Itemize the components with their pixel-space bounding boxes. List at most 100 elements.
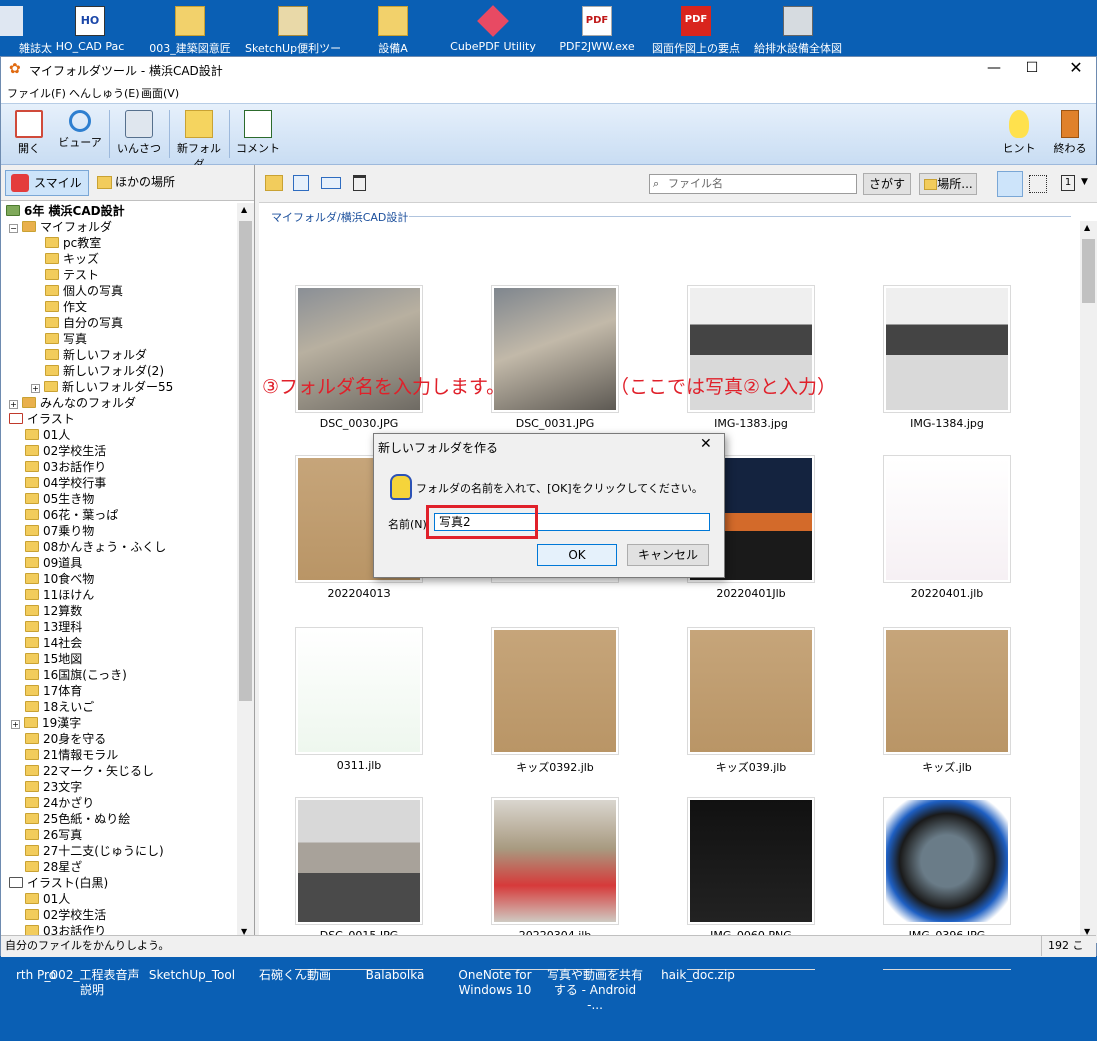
- tree-item-illust[interactable]: イラスト: [1, 411, 237, 427]
- file-thumbnail[interactable]: [295, 797, 423, 925]
- tree-item[interactable]: 26写真: [1, 827, 237, 843]
- left-scrollbar[interactable]: ▲ ▼: [237, 203, 254, 941]
- maximize-icon[interactable]: ☐: [1017, 57, 1047, 81]
- file-name[interactable]: DSC_0030.JPG: [269, 417, 449, 430]
- tree-item[interactable]: 06花・葉っぱ: [1, 507, 237, 523]
- tree-item[interactable]: 04学校行事: [1, 475, 237, 491]
- file-thumbnail[interactable]: [491, 797, 619, 925]
- tree-item[interactable]: 24かざり: [1, 795, 237, 811]
- file-thumbnail[interactable]: [687, 797, 815, 925]
- scroll-thumb[interactable]: [1082, 239, 1095, 303]
- tree-item[interactable]: テスト: [1, 267, 237, 283]
- file-name[interactable]: 20220401З: [269, 587, 449, 600]
- tree-item[interactable]: 13理科: [1, 619, 237, 635]
- tree-item[interactable]: 09道具: [1, 555, 237, 571]
- viewer-button[interactable]: ビューア: [55, 108, 105, 162]
- desktop-icon[interactable]: HO HO_CAD Pac: [42, 0, 138, 56]
- desktop-icon[interactable]: PDF 図面作図上の要点: [648, 0, 744, 56]
- search-input[interactable]: ⌕ ファイル名: [649, 174, 857, 194]
- dialog-close-icon[interactable]: ✕: [700, 436, 712, 452]
- collapse-icon[interactable]: −: [9, 224, 18, 233]
- file-thumbnail[interactable]: [687, 627, 815, 755]
- up-folder-icon[interactable]: [265, 175, 283, 191]
- file-name[interactable]: DSC_0031.JPG: [465, 417, 645, 430]
- tree-item[interactable]: + 新しいフォルダー55: [1, 379, 237, 395]
- tree-item-my-folder[interactable]: − マイフォルダ: [1, 219, 237, 235]
- tree-item[interactable]: 17体育: [1, 683, 237, 699]
- file-name[interactable]: キッズ.jlb: [857, 759, 1037, 775]
- desktop-icon[interactable]: 003_建築図意匠: [142, 0, 238, 56]
- desktop-shortcut[interactable]: OneNote for Windows 10: [445, 956, 545, 1041]
- tree-item[interactable]: キッズ: [1, 251, 237, 267]
- desktop-icon[interactable]: 給排水設備全体図: [750, 0, 846, 56]
- close-icon[interactable]: ✕: [1056, 57, 1096, 81]
- tree-item[interactable]: 個人の写真: [1, 283, 237, 299]
- menu-view[interactable]: 画面(V): [141, 85, 179, 101]
- exit-button[interactable]: 終わる: [1047, 108, 1093, 162]
- desktop-shortcut[interactable]: Balabolka: [345, 956, 445, 1041]
- desktop-shortcut[interactable]: 石碗くん動画: [245, 956, 345, 1041]
- tree-item[interactable]: 05生き物: [1, 491, 237, 507]
- list-view-icon[interactable]: [1029, 175, 1047, 193]
- trash-icon[interactable]: [353, 175, 366, 191]
- tree-item[interactable]: 08かんきょう・ふくし: [1, 539, 237, 555]
- desktop-shortcut[interactable]: haik_doc.zip: [648, 956, 748, 1041]
- tree-item[interactable]: 20身を守る: [1, 731, 237, 747]
- file-name[interactable]: キッズ0392.jlb: [465, 759, 645, 775]
- file-name[interactable]: IMG-1384.jpg: [857, 417, 1037, 430]
- tree-item[interactable]: 15地図: [1, 651, 237, 667]
- tab-smile[interactable]: スマイル: [5, 170, 89, 196]
- ok-button[interactable]: OK: [537, 544, 617, 566]
- file-thumbnail[interactable]: [883, 797, 1011, 925]
- tree-item-shared[interactable]: + みんなのフォルダ: [1, 395, 237, 411]
- menu-edit[interactable]: へんしゅう(E): [69, 85, 140, 101]
- tree-root[interactable]: 6年 横浜CAD設計: [1, 203, 237, 219]
- tree-item[interactable]: 22マーク・矢じるし: [1, 763, 237, 779]
- tab-other-location[interactable]: ほかの場所: [95, 170, 179, 196]
- menu-file[interactable]: ファイル(F): [7, 85, 66, 101]
- file-thumbnail[interactable]: [883, 285, 1011, 413]
- hint-button[interactable]: ヒント: [997, 108, 1041, 162]
- tree-item[interactable]: 01人: [1, 427, 237, 443]
- file-thumbnail[interactable]: [295, 627, 423, 755]
- file-name[interactable]: キッズ039.jlb: [661, 759, 841, 775]
- right-scrollbar[interactable]: ▲ ▼: [1080, 221, 1097, 943]
- tree-item[interactable]: 自分の写真: [1, 315, 237, 331]
- tree-item[interactable]: 新しいフォルダ(2): [1, 363, 237, 379]
- location-button[interactable]: 場所...: [919, 173, 977, 195]
- sort-icon[interactable]: 1: [1061, 175, 1075, 191]
- desktop-shortcut[interactable]: SketchUp_Tool: [142, 956, 242, 1041]
- scroll-up-icon[interactable]: ▲: [1084, 223, 1090, 232]
- minimize-icon[interactable]: —: [971, 57, 1017, 81]
- chevron-down-icon[interactable]: ▼: [1081, 177, 1088, 187]
- tree-item[interactable]: 02学校生活: [1, 443, 237, 459]
- tree-item[interactable]: 11ほけん: [1, 587, 237, 603]
- desktop-shortcut[interactable]: 写真や動画を共有する - Android -...: [545, 956, 645, 1041]
- tree-item[interactable]: 14社会: [1, 635, 237, 651]
- file-thumbnail[interactable]: [883, 455, 1011, 583]
- tree-item[interactable]: 21情報モラル: [1, 747, 237, 763]
- file-name[interactable]: IMG-1383.jpg: [661, 417, 841, 430]
- tree-item[interactable]: +19漢字: [1, 715, 237, 731]
- tree-item[interactable]: 18えいご: [1, 699, 237, 715]
- tree-item[interactable]: 25色紙・ぬり絵: [1, 811, 237, 827]
- new-folder-button[interactable]: 新フォルダ: [173, 108, 225, 171]
- search-button[interactable]: さがす: [863, 173, 911, 195]
- file-thumbnail[interactable]: [491, 627, 619, 755]
- tree-item[interactable]: 01人: [1, 891, 237, 907]
- tree-item[interactable]: 作文: [1, 299, 237, 315]
- open-button[interactable]: 開く: [9, 108, 49, 162]
- file-thumbnail[interactable]: [491, 285, 619, 413]
- large-icon-view-icon[interactable]: [997, 171, 1023, 197]
- expand-icon[interactable]: +: [11, 720, 20, 729]
- move-icon[interactable]: [321, 177, 341, 189]
- tree-item[interactable]: 10食べ物: [1, 571, 237, 587]
- tree-item[interactable]: 23文字: [1, 779, 237, 795]
- desktop-icon[interactable]: PDF PDF2JWW.exe: [549, 0, 645, 56]
- tree-item-illust-bw[interactable]: イラスト(白黒): [1, 875, 237, 891]
- scroll-up-icon[interactable]: ▲: [241, 205, 247, 214]
- tree-item[interactable]: pc教室: [1, 235, 237, 251]
- comment-button[interactable]: コメント: [233, 108, 283, 162]
- file-thumbnail[interactable]: [883, 627, 1011, 755]
- desktop-icon[interactable]: SketchUp便利ツー: [245, 0, 341, 56]
